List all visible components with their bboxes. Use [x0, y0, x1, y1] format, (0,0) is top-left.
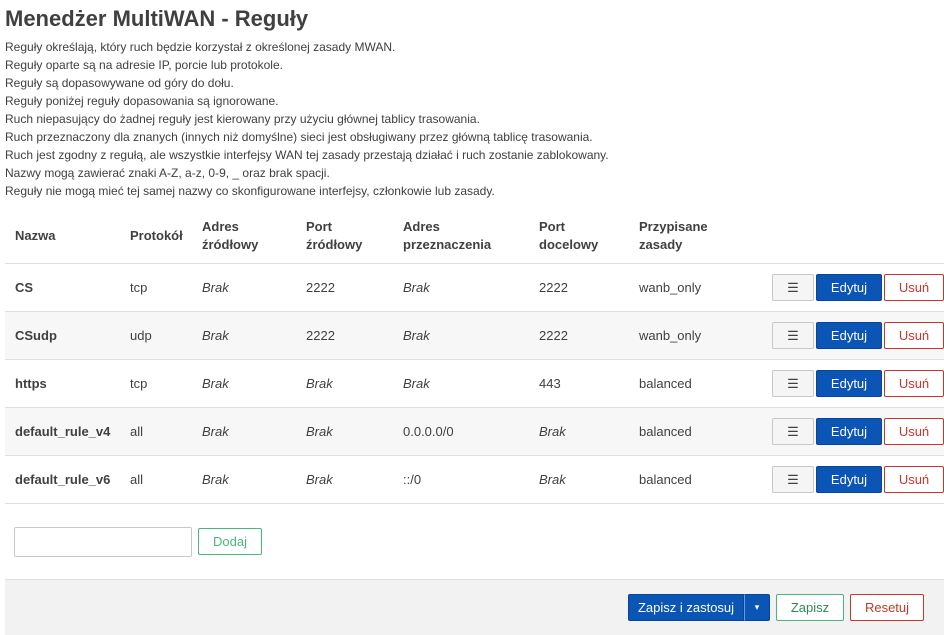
rule-protocol: tcp	[120, 359, 192, 408]
page-title: Menedżer MultiWAN - Reguły	[5, 6, 309, 31]
rule-policy: balanced	[629, 455, 752, 504]
description-line: Ruch jest zgodny z regułą, ale wszystkie…	[5, 148, 609, 162]
rule-policy: balanced	[629, 407, 752, 456]
delete-button[interactable]: Usuń	[884, 274, 944, 301]
add-button[interactable]: Dodaj	[198, 528, 262, 555]
rule-policy: wanb_only	[629, 263, 752, 312]
edit-button[interactable]: Edytuj	[816, 370, 882, 397]
rule-destination-address: Brak	[393, 359, 529, 408]
description-line: Reguły nie mogą mieć tej samej nazwy co …	[5, 184, 495, 198]
drag-handle-button[interactable]: ☰	[772, 274, 814, 301]
rule-protocol: udp	[120, 311, 192, 360]
rule-name: https	[5, 359, 120, 408]
description-line: Reguły są dopasowywane od góry do dołu.	[5, 76, 234, 90]
column-header-actions	[752, 209, 944, 264]
rule-destination-address: Brak	[393, 263, 529, 312]
description-line: Reguły określają, który ruch będzie korz…	[5, 40, 396, 54]
column-header-destination-port: Port docelowy	[529, 209, 629, 264]
rule-destination-port: Brak	[529, 407, 629, 456]
rule-source-port: Brak	[296, 455, 393, 504]
edit-button[interactable]: Edytuj	[816, 418, 882, 445]
edit-button[interactable]: Edytuj	[816, 322, 882, 349]
description-line: Reguły poniżej reguły dopasowania są ign…	[5, 94, 279, 108]
rule-source-address: Brak	[192, 407, 296, 456]
edit-button[interactable]: Edytuj	[816, 274, 882, 301]
table-row: https tcp Brak Brak Brak 443 balanced ☰ E…	[5, 359, 944, 408]
edit-button[interactable]: Edytuj	[816, 466, 882, 493]
rule-source-port: Brak	[296, 359, 393, 408]
column-header-source-address: Adres źródłowy	[192, 209, 296, 264]
row-actions: ☰ Edytuj Usuń	[752, 455, 944, 504]
rule-destination-address: Brak	[393, 311, 529, 360]
column-header-name: Nazwa	[5, 209, 120, 264]
drag-handle-button[interactable]: ☰	[772, 370, 814, 397]
row-actions: ☰ Edytuj Usuń	[752, 311, 944, 360]
rule-source-address: Brak	[192, 263, 296, 312]
row-actions: ☰ Edytuj Usuń	[752, 407, 944, 456]
rule-destination-port: 2222	[529, 263, 629, 312]
delete-button[interactable]: Usuń	[884, 418, 944, 445]
rule-protocol: all	[120, 407, 192, 456]
column-header-policy: Przypisane zasady	[629, 209, 752, 264]
rule-protocol: tcp	[120, 263, 192, 312]
description-line: Reguły oparte są na adresie IP, porcie l…	[5, 58, 283, 72]
delete-button[interactable]: Usuń	[884, 322, 944, 349]
add-rule-row: Dodaj	[5, 504, 944, 579]
table-header-row: Nazwa Protokół Adres źródłowy Port źródłow…	[5, 209, 944, 264]
rule-source-address: Brak	[192, 455, 296, 504]
table-row: CS tcp Brak 2222 Brak 2222 wanb_only ☰ Ed…	[5, 263, 944, 312]
rule-source-address: Brak	[192, 359, 296, 408]
rule-destination-address: ::/0	[393, 455, 529, 504]
rule-name: default_rule_v4	[5, 407, 120, 456]
column-header-protocol: Protokół	[120, 209, 192, 264]
rule-name: default_rule_v6	[5, 455, 120, 504]
description-line: Ruch niepasujący do żadnej reguły jest k…	[5, 112, 480, 126]
row-actions: ☰ Edytuj Usuń	[752, 263, 944, 312]
drag-handle-button[interactable]: ☰	[772, 322, 814, 349]
drag-handle-button[interactable]: ☰	[772, 466, 814, 493]
delete-button[interactable]: Usuń	[884, 466, 944, 493]
rule-destination-address: 0.0.0.0/0	[393, 407, 529, 456]
page: Menedżer MultiWAN - Reguły Reguły określ…	[0, 0, 944, 635]
column-header-source-port: Port źródłowy	[296, 209, 393, 264]
rule-destination-port: 443	[529, 359, 629, 408]
rule-source-port: 2222	[296, 263, 393, 312]
rule-destination-port: 2222	[529, 311, 629, 360]
rule-source-port: Brak	[296, 407, 393, 456]
row-actions: ☰ Edytuj Usuń	[752, 359, 944, 408]
rule-name: CS	[5, 263, 120, 312]
description-line: Ruch przeznaczony dla znanych (innych ni…	[5, 130, 593, 144]
table-row: CSudp udp Brak 2222 Brak 2222 wanb_only …	[5, 311, 944, 360]
rule-name: CSudp	[5, 311, 120, 360]
rules-table: Nazwa Protokół Adres źródłowy Port źródłow…	[5, 209, 944, 504]
drag-handle-button[interactable]: ☰	[772, 418, 814, 445]
rule-destination-port: Brak	[529, 455, 629, 504]
table-row: default_rule_v4 all Brak Brak 0.0.0.0/0 …	[5, 407, 944, 456]
description-line: Nazwy mogą zawierać znaki A-Z, a-z, 0-9,…	[5, 166, 330, 180]
footer-actions: Zapisz i zastosuj ▾ Zapisz Resetuj	[5, 579, 944, 635]
rule-policy: balanced	[629, 359, 752, 408]
column-header-destination-address: Adres przeznaczenia	[393, 209, 529, 264]
new-rule-name-input[interactable]	[14, 526, 192, 557]
rule-policy: wanb_only	[629, 311, 752, 360]
rule-source-port: 2222	[296, 311, 393, 360]
page-description: Reguły określają, który ruch będzie korz…	[5, 38, 944, 200]
delete-button[interactable]: Usuń	[884, 370, 944, 397]
rule-protocol: all	[120, 455, 192, 504]
table-row: default_rule_v6 all Brak Brak ::/0 Brak …	[5, 455, 944, 504]
rule-source-address: Brak	[192, 311, 296, 360]
